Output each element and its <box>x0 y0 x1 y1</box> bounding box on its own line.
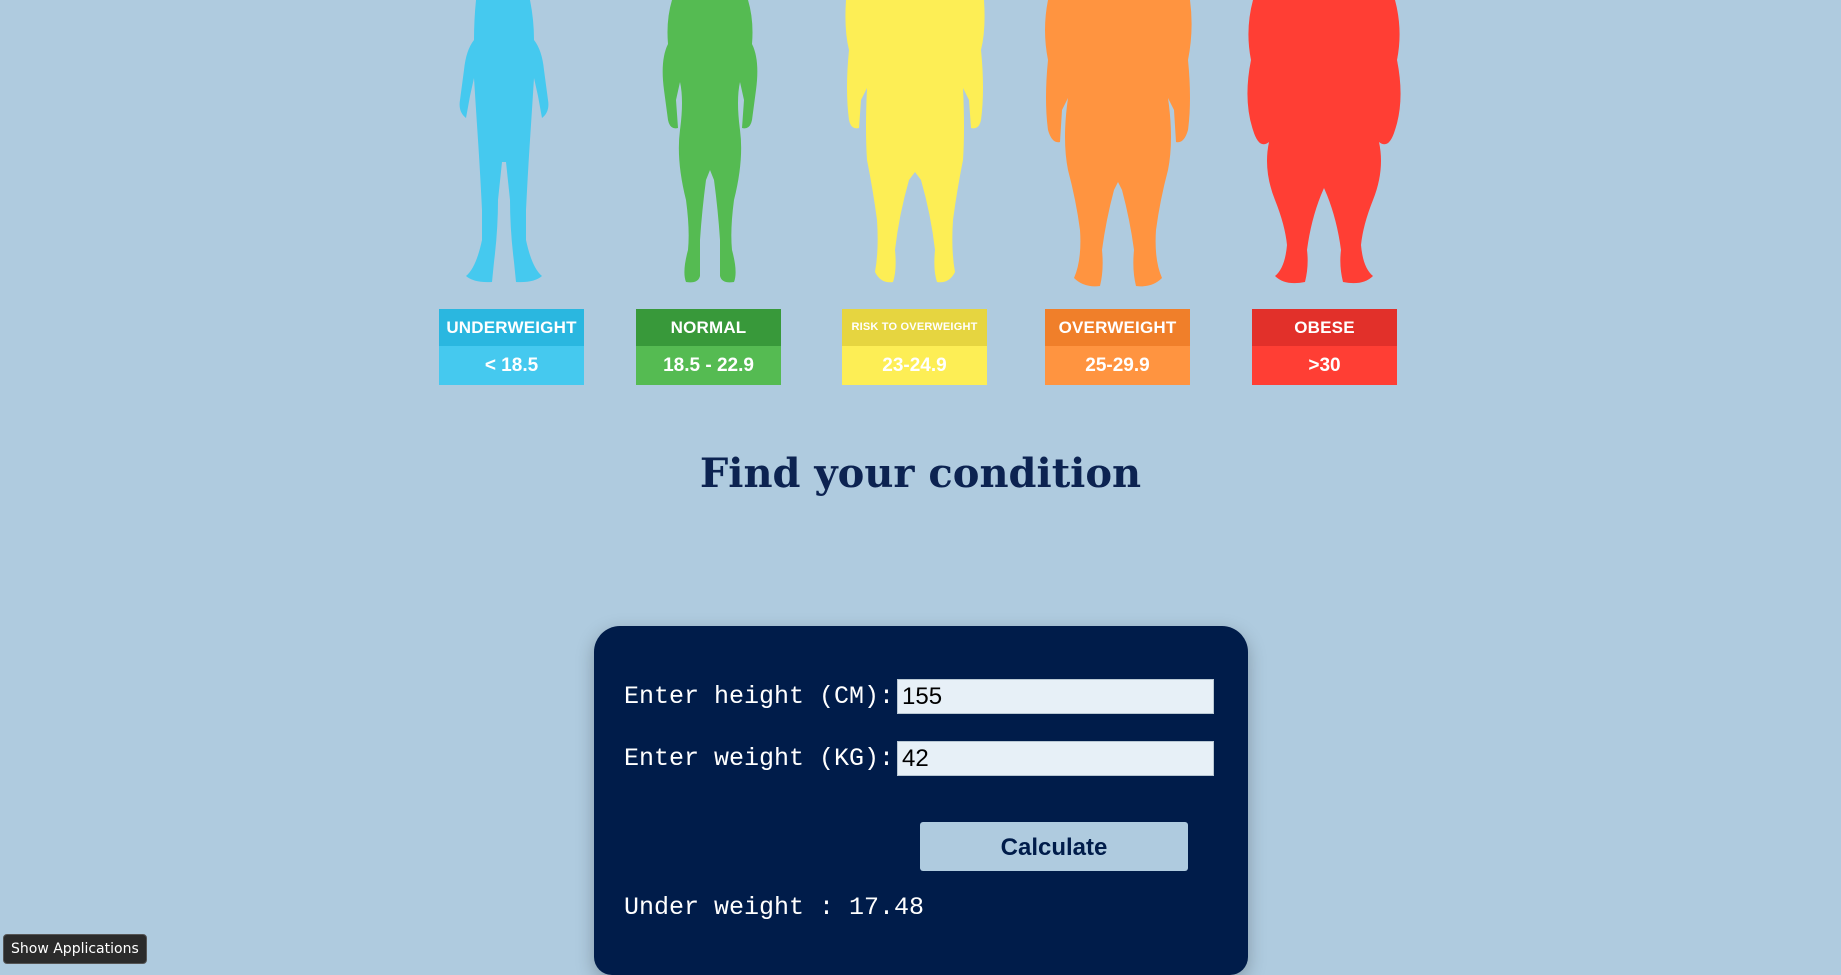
category-range: 23-24.9 <box>842 346 987 385</box>
category-name: OBESE <box>1252 309 1397 346</box>
category-name: NORMAL <box>636 309 781 346</box>
calculate-button[interactable]: Calculate <box>920 822 1188 871</box>
category-range: 18.5 - 22.9 <box>636 346 781 385</box>
category-range: 25-29.9 <box>1045 346 1190 385</box>
height-label: Enter height (CM): <box>624 682 895 711</box>
underweight-label-box: UNDERWEIGHT < 18.5 <box>439 309 584 385</box>
weight-label: Enter weight (KG): <box>624 744 895 773</box>
risk-to-overweight-label-box: RISK TO OVERWEIGHT 23-24.9 <box>842 309 987 385</box>
category-range: >30 <box>1252 346 1397 385</box>
bmi-page: UNDERWEIGHT < 18.5 NORMAL 18.5 - 22.9 RI… <box>0 0 1841 975</box>
category-name: RISK TO OVERWEIGHT <box>842 309 987 346</box>
normal-label-box: NORMAL 18.5 - 22.9 <box>636 309 781 385</box>
category-name: UNDERWEIGHT <box>439 309 584 346</box>
show-applications-button[interactable]: Show Applications <box>3 934 147 964</box>
category-range: < 18.5 <box>439 346 584 385</box>
bmi-form-card: Enter height (CM): 155 Enter weight (KG)… <box>594 626 1248 975</box>
page-title: Find your condition <box>699 450 1142 497</box>
bmi-result: Under weight : 17.48 <box>624 893 925 922</box>
overweight-figure <box>1044 0 1194 287</box>
normal-figure <box>644 0 776 285</box>
weight-input[interactable]: 42 <box>897 741 1214 776</box>
category-name: OVERWEIGHT <box>1045 309 1190 346</box>
risk-to-overweight-figure <box>843 0 987 285</box>
obese-figure <box>1245 0 1403 285</box>
obese-label-box: OBESE >30 <box>1252 309 1397 385</box>
height-input[interactable]: 155 <box>897 679 1214 714</box>
underweight-figure <box>438 0 570 285</box>
overweight-label-box: OVERWEIGHT 25-29.9 <box>1045 309 1190 385</box>
